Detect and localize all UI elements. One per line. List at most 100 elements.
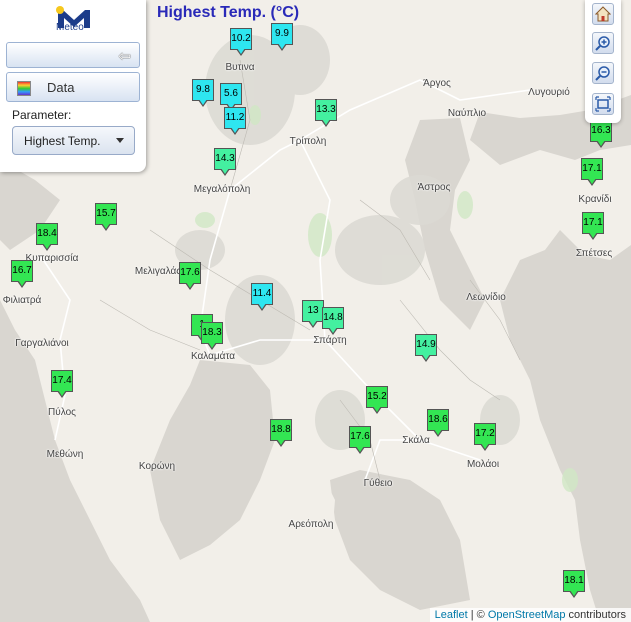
place-label: Σπέτσες bbox=[575, 248, 613, 259]
leaflet-link[interactable]: Leaflet bbox=[435, 609, 468, 621]
station-marker[interactable]: 15.2 bbox=[366, 386, 388, 414]
place-label: Γύθειο bbox=[363, 478, 393, 489]
place-label: Πύλος bbox=[48, 407, 76, 418]
station-value: 18.4 bbox=[36, 223, 58, 245]
marker-pointer bbox=[42, 243, 52, 251]
place-label: Βυτινα bbox=[225, 62, 255, 73]
marker-pointer bbox=[257, 303, 267, 311]
station-value: 16.3 bbox=[590, 120, 612, 142]
station-value: 5.6 bbox=[220, 83, 242, 105]
station-value: 17.6 bbox=[349, 426, 371, 448]
marker-pointer bbox=[588, 232, 598, 240]
place-label: Άστρος bbox=[417, 182, 451, 193]
place-label: Αρεόπολη bbox=[288, 519, 334, 530]
home-button[interactable] bbox=[592, 3, 614, 25]
place-label: Κυπαρισσία bbox=[25, 253, 79, 264]
map-attribution: Leaflet | © OpenStreetMap contributors bbox=[429, 608, 631, 622]
station-marker[interactable]: 14.9 bbox=[415, 334, 437, 362]
map-toolbar bbox=[585, 0, 621, 123]
marker-pointer bbox=[308, 320, 318, 328]
place-label: Λυγουριό bbox=[528, 87, 570, 98]
place-label: Γαργαλιάνοι bbox=[15, 338, 69, 349]
marker-pointer bbox=[421, 354, 431, 362]
marker-pointer bbox=[433, 429, 443, 437]
station-marker[interactable]: 9.9 bbox=[271, 23, 293, 51]
marker-pointer bbox=[587, 178, 597, 186]
marker-pointer bbox=[372, 406, 382, 414]
zoom-in-button[interactable] bbox=[592, 32, 614, 54]
station-marker[interactable]: 15.7 bbox=[95, 203, 117, 231]
zoom-out-icon bbox=[595, 66, 610, 81]
station-value: 11.2 bbox=[224, 107, 246, 129]
station-marker[interactable]: 16.7 bbox=[11, 260, 33, 288]
arrow-left-icon: ⇦ bbox=[118, 48, 131, 65]
osm-link[interactable]: OpenStreetMap bbox=[488, 609, 566, 621]
station-marker[interactable]: 18.8 bbox=[270, 419, 292, 447]
marker-pointer bbox=[355, 446, 365, 454]
station-marker[interactable]: 18.6 bbox=[427, 409, 449, 437]
attribution-suffix: contributors bbox=[565, 609, 626, 621]
logo-text: Meteo bbox=[56, 22, 84, 33]
station-marker[interactable]: 14.8 bbox=[322, 307, 344, 335]
collapse-panel-button[interactable]: ⇦ bbox=[6, 42, 140, 68]
station-marker[interactable]: 11.4 bbox=[251, 283, 273, 311]
map-title: Highest Temp. (°C) bbox=[157, 4, 300, 21]
station-marker[interactable]: 16.3 bbox=[590, 120, 612, 148]
station-value: 10.2 bbox=[230, 28, 252, 50]
station-value: 18.3 bbox=[201, 322, 223, 344]
zoom-out-button[interactable] bbox=[592, 62, 614, 84]
attribution-separator: | © bbox=[467, 609, 488, 621]
station-marker[interactable]: 14.3 bbox=[214, 148, 236, 176]
station-value: 16.7 bbox=[11, 260, 33, 282]
station-marker[interactable]: 13.3 bbox=[315, 99, 337, 127]
station-value: 13.3 bbox=[315, 99, 337, 121]
full-extent-button[interactable] bbox=[592, 93, 614, 115]
station-marker[interactable]: 13 bbox=[302, 300, 324, 328]
station-marker[interactable]: 18.3 bbox=[201, 322, 223, 350]
place-label: Τρίπολη bbox=[289, 136, 327, 147]
station-value: 9.9 bbox=[271, 23, 293, 45]
place-label: Λεωνίδιο bbox=[466, 292, 506, 303]
place-label: Μεθώνη bbox=[46, 449, 84, 460]
station-marker[interactable]: 18.1 bbox=[563, 570, 585, 598]
place-label: Κορώνη bbox=[138, 461, 176, 472]
station-marker[interactable]: 17.6 bbox=[179, 262, 201, 290]
place-label: Ναύπλιο bbox=[447, 108, 487, 119]
data-button[interactable]: Data bbox=[6, 72, 140, 102]
station-marker[interactable]: 17.6 bbox=[349, 426, 371, 454]
parameter-label: Parameter: bbox=[12, 108, 72, 122]
marker-pointer bbox=[236, 48, 246, 56]
station-marker[interactable]: 17.1 bbox=[581, 158, 603, 186]
station-value: 9.8 bbox=[192, 79, 214, 101]
marker-pointer bbox=[569, 590, 579, 598]
palette-icon bbox=[17, 81, 31, 96]
marker-pointer bbox=[185, 282, 195, 290]
marker-pointer bbox=[57, 390, 67, 398]
station-marker[interactable]: 17.4 bbox=[51, 370, 73, 398]
station-marker[interactable]: 17.2 bbox=[474, 423, 496, 451]
station-value: 18.8 bbox=[270, 419, 292, 441]
marker-pointer bbox=[276, 439, 286, 447]
station-marker[interactable]: 17.1 bbox=[582, 212, 604, 240]
chevron-down-icon bbox=[116, 138, 124, 143]
station-value: 15.2 bbox=[366, 386, 388, 408]
marker-pointer bbox=[321, 119, 331, 127]
parameter-select[interactable]: Highest Temp. bbox=[12, 126, 135, 155]
station-value: 11.4 bbox=[251, 283, 273, 305]
marker-pointer bbox=[328, 327, 338, 335]
station-value: 17.2 bbox=[474, 423, 496, 445]
control-panel: Meteo ⇦ Data Parameter: Highest Temp. bbox=[0, 0, 146, 172]
station-marker[interactable]: 11.2 bbox=[224, 107, 246, 135]
station-value: 18.1 bbox=[563, 570, 585, 592]
place-label: Μολάοι bbox=[466, 459, 500, 470]
marker-pointer bbox=[220, 168, 230, 176]
place-label: Φιλιατρά bbox=[2, 295, 42, 306]
station-value: 14.3 bbox=[214, 148, 236, 170]
parameter-value: Highest Temp. bbox=[24, 134, 101, 148]
station-marker[interactable]: 5.6 bbox=[220, 83, 242, 111]
station-value: 17.4 bbox=[51, 370, 73, 392]
station-marker[interactable]: 10.2 bbox=[230, 28, 252, 56]
marker-pointer bbox=[277, 43, 287, 51]
station-marker[interactable]: 9.8 bbox=[192, 79, 214, 107]
station-marker[interactable]: 18.4 bbox=[36, 223, 58, 251]
